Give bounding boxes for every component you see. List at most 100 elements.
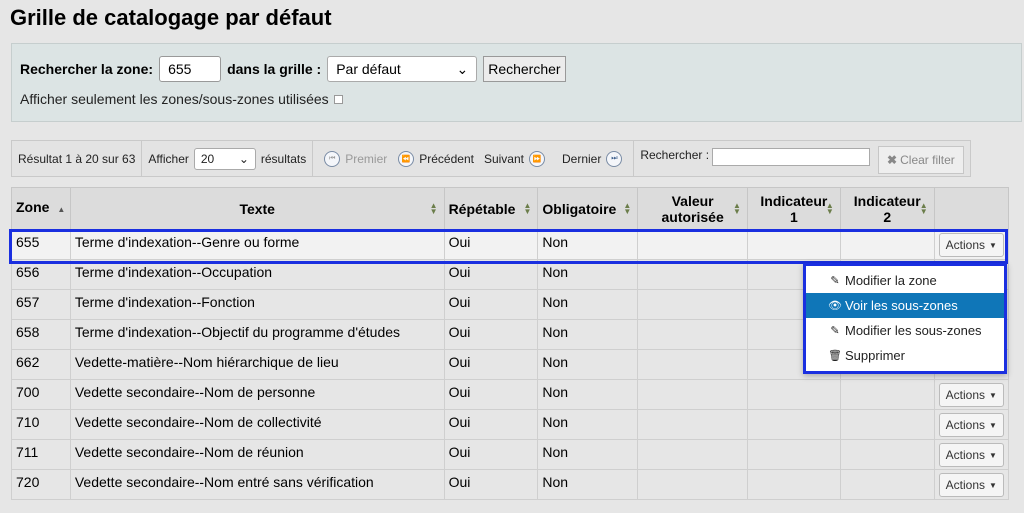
cell-actions: Actions ▼ (933, 379, 1010, 410)
actions-button[interactable]: Actions ▼ (938, 473, 1004, 497)
col-indicator-1[interactable]: Indicateur 1 ▲ ▼ (746, 187, 841, 230)
clear-filter-label: Clear filter (900, 153, 955, 167)
cell-indicator-1 (746, 439, 841, 470)
used-only-row: Afficher seulement les zones/sous-zones … (20, 91, 343, 107)
cell-mandatory: Non (537, 289, 639, 320)
trash-icon: 🗑 (828, 350, 842, 362)
cell-text: Vedette secondaire--Nom de personne (69, 379, 445, 410)
cell-zone: 656 (11, 259, 71, 290)
cell-mandatory: Non (537, 439, 639, 470)
sort-icon: ▲ ▼ (523, 200, 532, 216)
cell-text: Terme d'indexation--Fonction (69, 289, 445, 320)
last-page-icon[interactable]: ⏭ (606, 150, 623, 167)
pencil-icon: ✎ (830, 275, 840, 287)
cell-mandatory: Non (537, 469, 639, 500)
caret-down-icon: ▼ (989, 480, 997, 490)
cell-authorized-value (637, 319, 748, 350)
cell-mandatory: Non (537, 349, 639, 380)
cell-actions: Actions ▼ (933, 439, 1010, 470)
cell-text: Terme d'indexation--Occupation (69, 259, 445, 290)
cell-actions: Actions ▼ (933, 409, 1010, 440)
sort-icon: ▲ ▼ (623, 200, 632, 216)
search-button[interactable]: Rechercher (483, 56, 566, 82)
caret-down-icon: ▼ (989, 450, 997, 460)
zone-input[interactable] (159, 56, 222, 82)
cell-text: Vedette-matière--Nom hiérarchique de lie… (69, 349, 445, 380)
page-size-value: 20 (200, 151, 215, 166)
cell-mandatory: Non (537, 319, 639, 350)
filter-input[interactable] (712, 148, 871, 166)
col-repeatable[interactable]: Répétable ▲ ▼ (443, 187, 539, 230)
search-panel: Rechercher la zone: dans la grille : Par… (11, 43, 1022, 122)
clear-filter-button[interactable]: ✖ Clear filter (878, 146, 964, 174)
cell-authorized-value (637, 469, 748, 500)
col-text[interactable]: Texte ▲ ▼ (69, 187, 445, 230)
actions-button[interactable]: Actions ▼ (938, 233, 1004, 257)
grid-select-value: Par défaut (336, 61, 401, 77)
col-actions (933, 187, 1010, 230)
col-indicator-2[interactable]: Indicateur 2 ▲ ▼ (839, 187, 935, 230)
sort-icon: ▲ ▼ (919, 200, 928, 216)
filter-label: Rechercher : (640, 148, 710, 162)
filter-seg: Rechercher : ✖ Clear filter (634, 141, 969, 176)
cell-repeatable: Oui (443, 379, 539, 410)
zone-label: Rechercher la zone: (20, 61, 154, 77)
cell-actions: Actions ▼ (933, 469, 1010, 500)
col-zone[interactable]: Zone ▲ (11, 187, 71, 230)
next-page-link[interactable]: Suivant (484, 152, 524, 166)
chevron-down-icon: ⌄ (456, 60, 469, 77)
menu-item-delete[interactable]: 🗑 Supprimer (806, 343, 1004, 368)
cell-zone: 700 (11, 379, 71, 410)
first-page-link[interactable]: Premier (345, 152, 387, 166)
col-authorized-value[interactable]: Valeur autorisée ▲ ▼ (637, 187, 748, 230)
cell-indicator-2 (839, 379, 935, 410)
sort-icon: ▲ ▼ (429, 200, 438, 216)
menu-item-edit-subfields[interactable]: ✎ Modifier les sous-zones (806, 318, 1004, 343)
cell-authorized-value (637, 409, 748, 440)
cell-indicator-2 (839, 409, 935, 440)
next-page-icon[interactable]: ⏩ (528, 150, 545, 167)
used-only-checkbox[interactable] (333, 94, 343, 104)
cell-mandatory: Non (537, 259, 639, 290)
cell-zone: 720 (11, 469, 71, 500)
cell-mandatory: Non (537, 229, 639, 260)
actions-button[interactable]: Actions ▼ (938, 413, 1004, 437)
caret-down-icon: ▼ (989, 420, 997, 430)
cell-mandatory: Non (537, 379, 639, 410)
eye-icon: 👁 (828, 300, 842, 312)
menu-item-view-subfields[interactable]: 👁 Voir les sous-zones (806, 293, 1004, 318)
previous-page-icon[interactable]: ⏪ (398, 150, 415, 167)
sort-icon: ▲ ▼ (825, 200, 834, 216)
first-page-icon[interactable]: ⏮ (324, 150, 341, 167)
table-row: 655 Terme d'indexation--Genre ou forme O… (11, 229, 1010, 260)
cell-authorized-value (637, 349, 748, 380)
grid-label: dans la grille : (227, 61, 322, 77)
cell-mandatory: Non (537, 409, 639, 440)
page-size-select[interactable]: 20 ⌄ (193, 147, 256, 170)
actions-button[interactable]: Actions ▼ (938, 443, 1004, 467)
previous-page-link[interactable]: Précédent (419, 152, 474, 166)
col-mandatory[interactable]: Obligatoire ▲ ▼ (537, 187, 639, 230)
page-title: Grille de catalogage par défaut (10, 5, 332, 30)
actions-button[interactable]: Actions ▼ (938, 383, 1004, 407)
cell-authorized-value (637, 379, 748, 410)
cell-indicator-1 (746, 229, 841, 260)
cell-repeatable: Oui (443, 409, 539, 440)
actions-dropdown-menu: ✎ Modifier la zone 👁 Voir les sous-zones… (803, 263, 1007, 374)
last-page-link[interactable]: Dernier (562, 152, 601, 166)
cell-zone: 658 (11, 319, 71, 350)
results-label: résultats (260, 151, 307, 166)
cell-indicator-2 (839, 469, 935, 500)
table-toolbar: Résultat 1 à 20 sur 63 Afficher 20 ⌄ rés… (11, 140, 971, 177)
cell-actions: Actions ▼ (933, 229, 1010, 260)
grid-select[interactable]: Par défaut ⌄ (327, 56, 478, 82)
cell-repeatable: Oui (443, 259, 539, 290)
pencil-icon: ✎ (830, 325, 840, 337)
cell-zone: 657 (11, 289, 71, 320)
show-label: Afficher (148, 151, 189, 166)
table-row: 700 Vedette secondaire--Nom de personne … (11, 379, 1010, 410)
caret-down-icon: ▼ (989, 390, 997, 400)
menu-item-edit-field[interactable]: ✎ Modifier la zone (806, 268, 1004, 293)
cell-zone: 710 (11, 409, 71, 440)
cell-repeatable: Oui (443, 229, 539, 260)
